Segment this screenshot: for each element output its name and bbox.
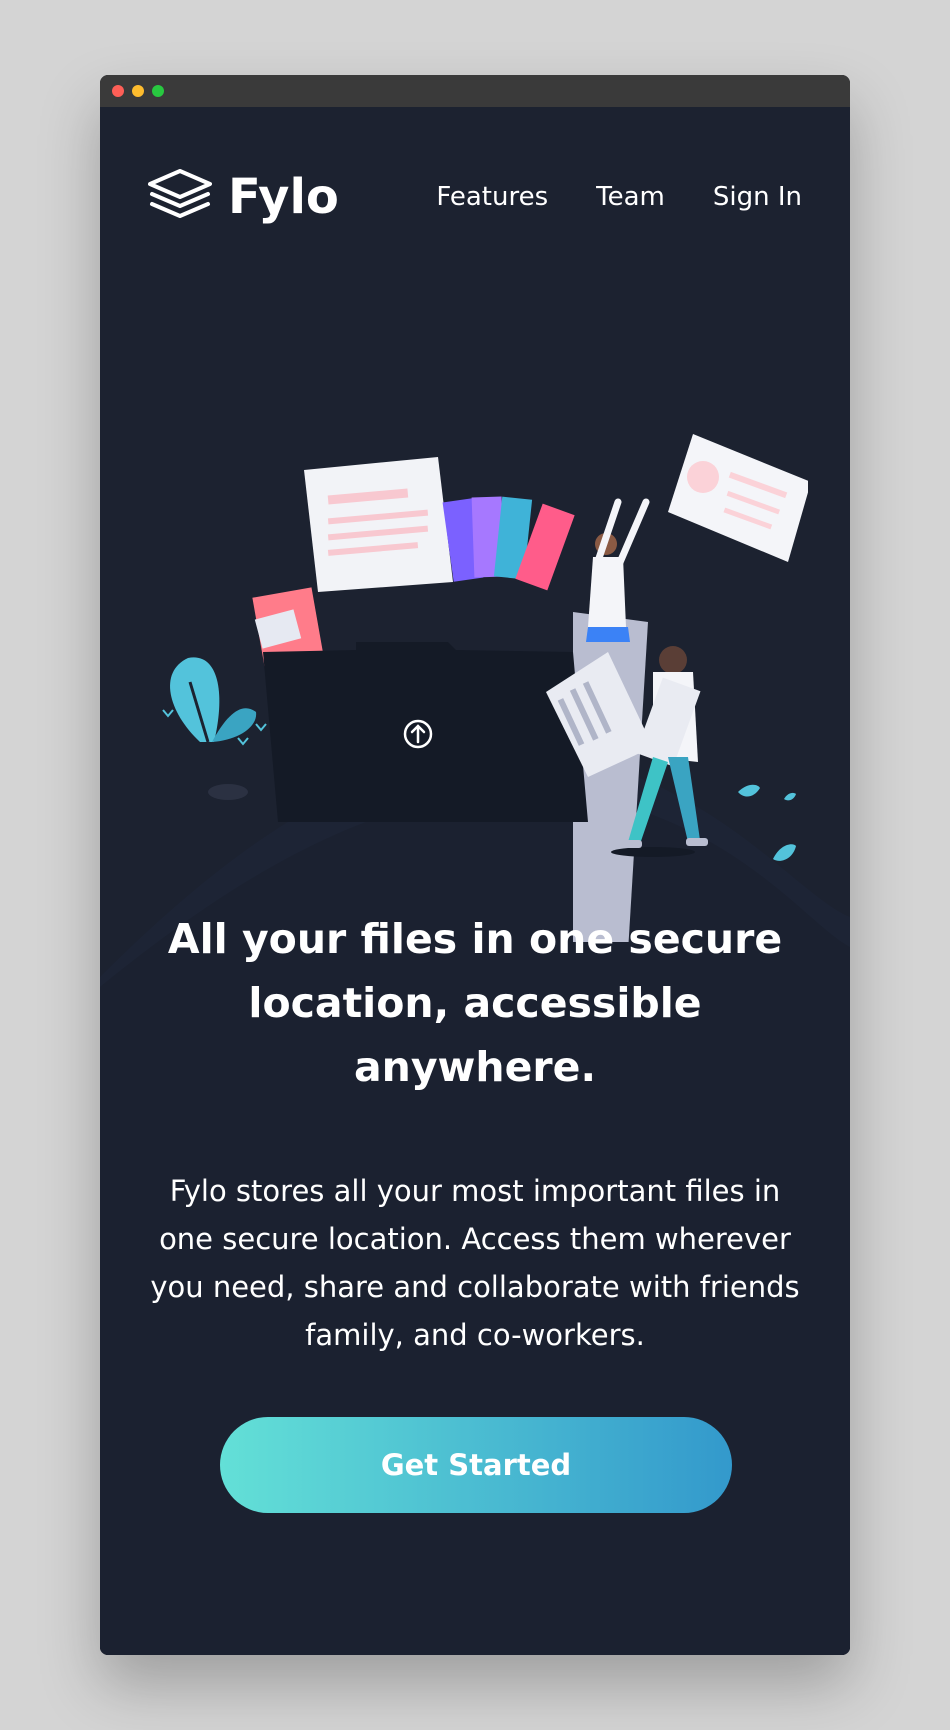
window-titlebar <box>100 75 850 107</box>
person-top-icon <box>586 434 808 642</box>
top-navigation: Fylo Features Team Sign In <box>148 167 802 227</box>
stacked-layers-icon <box>148 168 212 226</box>
folder-icon <box>263 612 648 942</box>
rock-shape <box>208 784 248 800</box>
color-swatches-icon <box>442 496 575 591</box>
hero-headline: All your files in one secure location, a… <box>167 915 783 1091</box>
nav-link-team[interactable]: Team <box>596 182 665 212</box>
brand-logo[interactable]: Fylo <box>148 168 339 226</box>
leaves-right-icon <box>738 784 796 861</box>
brand-name: Fylo <box>228 169 339 225</box>
hero-illustration <box>162 434 808 942</box>
nav-link-features[interactable]: Features <box>436 182 548 212</box>
nav-links: Features Team Sign In <box>436 182 802 212</box>
browser-window: Fylo Features Team Sign In All your file… <box>100 75 850 1655</box>
get-started-button[interactable]: Get Started <box>220 1417 732 1513</box>
maximize-window-dot[interactable] <box>152 85 164 97</box>
close-window-dot[interactable] <box>112 85 124 97</box>
plant-left-icon <box>162 657 267 746</box>
nav-link-sign-in[interactable]: Sign In <box>713 182 802 212</box>
page-content: Fylo Features Team Sign In All your file… <box>100 107 850 1655</box>
hero-description: Fylo stores all your most important file… <box>150 1174 800 1352</box>
document-paper-icon <box>304 457 453 592</box>
minimize-window-dot[interactable] <box>132 85 144 97</box>
